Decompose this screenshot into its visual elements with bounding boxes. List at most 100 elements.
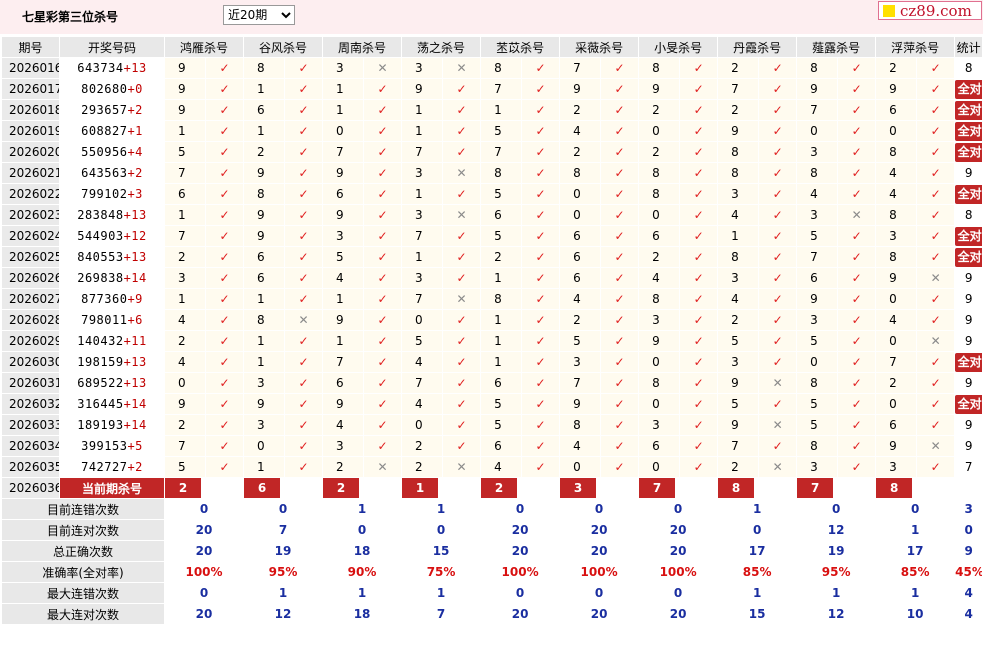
check-icon: ✓ [600,372,640,394]
check-icon: ✓ [363,372,403,394]
stats-value: 7 [243,519,324,541]
kill-value: 1 [243,120,286,142]
check-icon: ✓ [284,330,324,352]
kill-value: 9 [638,330,681,352]
check-icon: ✓ [758,78,798,100]
kill-value: 3 [717,351,760,373]
row-stat-cell: 全对 [954,78,983,100]
stats-value: 20 [559,540,640,562]
check-icon: ✓ [679,309,719,331]
period-range-select[interactable]: 近20期 [223,5,295,25]
kill-value: 8 [638,162,681,184]
kill-value: 5 [796,393,839,415]
kill-value: 9 [322,393,365,415]
kill-value: 5 [796,225,839,247]
kill-value: 8 [796,372,839,394]
stats-label: 最大连对次数 [1,603,165,625]
digit-sum-diff: +13 [123,376,147,390]
kill-value: 2 [322,456,365,478]
kill-value: 4 [322,267,365,289]
column-header: 开奖号码 [59,36,165,58]
stats-value: 10 [875,603,956,625]
kill-value: 2 [638,141,681,163]
current-period-row: 2026036 当前期杀号 2 6 2 1 2 3 7 8 7 8 [1,477,983,499]
check-icon: ✓ [204,141,245,163]
check-icon: ✓ [442,141,482,163]
check-icon: ✓ [837,435,877,457]
kill-value: 7 [559,57,602,79]
stats-value: 20 [638,540,719,562]
row-stat-value: 9 [964,418,973,432]
check-icon: ✓ [363,78,403,100]
kill-value: 1 [401,99,444,121]
check-icon: ✓ [363,225,403,247]
kill-value: 4 [480,456,523,478]
current-kill-value: 2 [481,478,518,498]
stats-label: 最大连错次数 [1,582,165,604]
current-kill-value: 2 [323,478,360,498]
kill-value: 6 [559,225,602,247]
site-logo[interactable]: cz89.com [878,1,982,20]
cross-icon: ✕ [758,456,798,478]
row-stat-cell: 9 [954,435,983,457]
kill-value: 1 [401,120,444,142]
check-icon: ✓ [600,414,640,436]
check-icon: ✓ [679,162,719,184]
draw-number-cell: 316445+14 [59,393,165,415]
stats-value: 17 [717,540,798,562]
check-icon: ✓ [600,435,640,457]
check-icon: ✓ [600,309,640,331]
kill-value: 1 [717,225,760,247]
check-icon: ✓ [916,288,956,310]
period-cell: 2026034 [1,435,60,457]
digit-sum-diff: +13 [123,355,147,369]
check-icon: ✓ [204,393,245,415]
stats-row: 目前连错次数 0 0 1 1 0 0 0 1 0 0 3 [1,498,983,520]
kill-value: 4 [164,351,206,373]
draw-number-cell: 798011+6 [59,309,165,331]
draw-number-cell: 689522+13 [59,372,165,394]
kill-value: 8 [796,435,839,457]
check-icon: ✓ [363,120,403,142]
check-icon: ✓ [837,267,877,289]
check-icon: ✓ [521,351,561,373]
kill-value: 2 [559,309,602,331]
check-icon: ✓ [679,456,719,478]
check-icon: ✓ [284,204,324,226]
cross-icon: ✕ [916,330,956,352]
check-icon: ✓ [916,456,956,478]
cross-icon: ✕ [837,204,877,226]
kill-value: 1 [243,456,286,478]
kill-value: 3 [322,225,365,247]
stats-value: 18 [322,603,403,625]
draw-number-cell: 643734+13 [59,57,165,79]
kill-value: 8 [243,57,286,79]
kill-value: 1 [164,204,206,226]
kill-value: 4 [638,267,681,289]
stats-value: 100% [638,561,719,583]
kill-value: 7 [322,141,365,163]
period-cell: 2026025 [1,246,60,268]
check-icon: ✓ [284,435,324,457]
kill-value: 7 [875,351,918,373]
stats-row: 目前连对次数 20 7 0 0 20 20 20 0 12 1 0 [1,519,983,541]
kill-value: 5 [717,393,760,415]
kill-value: 9 [717,120,760,142]
current-kill-value-cell: 7 [638,477,719,499]
kill-value: 2 [638,99,681,121]
kill-value: 9 [164,99,206,121]
stats-label: 目前连错次数 [1,498,165,520]
column-header: 周南杀号 [322,36,403,58]
check-icon: ✓ [204,309,245,331]
check-icon: ✓ [284,351,324,373]
check-icon: ✓ [600,57,640,79]
all-correct-badge: 全对 [955,247,982,267]
kill-value: 7 [322,351,365,373]
digit-sum-diff: +12 [123,229,147,243]
check-icon: ✓ [758,225,798,247]
kill-value: 9 [401,78,444,100]
all-correct-badge: 全对 [955,394,982,414]
kill-value: 5 [480,393,523,415]
kill-value: 7 [164,225,206,247]
check-icon: ✓ [837,225,877,247]
